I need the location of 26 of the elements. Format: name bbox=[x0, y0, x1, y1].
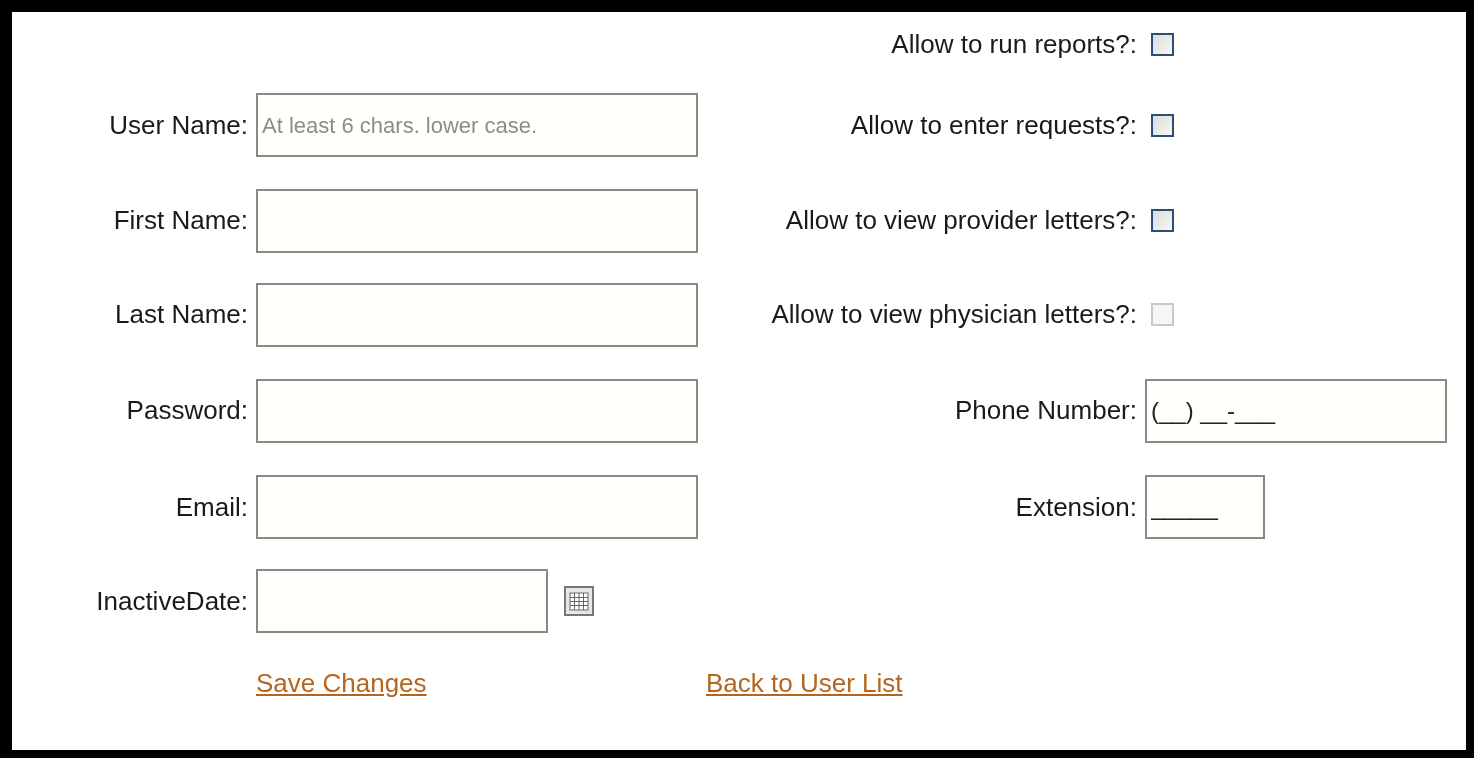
input-field[interactable] bbox=[256, 282, 698, 347]
checkbox-label: Allow to view physician letters?: bbox=[771, 299, 1138, 330]
input-field[interactable] bbox=[256, 188, 698, 253]
field-label: Phone Number: bbox=[954, 395, 1138, 426]
checkbox-label: Allow to run reports?: bbox=[891, 28, 1138, 60]
field-label: Extension: bbox=[1015, 491, 1138, 523]
field-label: Last Name: bbox=[115, 299, 249, 330]
input-field[interactable] bbox=[256, 569, 548, 633]
checkbox[interactable] bbox=[1151, 113, 1174, 137]
calendar-icon[interactable] bbox=[564, 586, 594, 616]
field-label: User Name: bbox=[109, 109, 249, 141]
input-field[interactable] bbox=[256, 378, 698, 443]
text-link[interactable]: Back to User List bbox=[706, 667, 903, 699]
input-field[interactable]: (__) __-___ bbox=[1145, 378, 1447, 443]
field-label: Password: bbox=[126, 395, 249, 426]
checkbox[interactable] bbox=[1151, 209, 1174, 232]
checkbox[interactable] bbox=[1151, 32, 1174, 56]
checkbox-label: Allow to enter requests?: bbox=[850, 109, 1138, 141]
text-link[interactable]: Save Changes bbox=[256, 667, 427, 699]
input-field[interactable]: At least 6 chars. lower case. bbox=[256, 93, 698, 157]
field-label: Email: bbox=[175, 491, 249, 523]
input-field[interactable] bbox=[256, 475, 698, 539]
input-field[interactable]: _____ bbox=[1145, 475, 1265, 539]
field-label: First Name: bbox=[113, 205, 249, 236]
checkbox-label: Allow to view provider letters?: bbox=[785, 205, 1138, 236]
field-label: InactiveDate: bbox=[96, 585, 249, 617]
